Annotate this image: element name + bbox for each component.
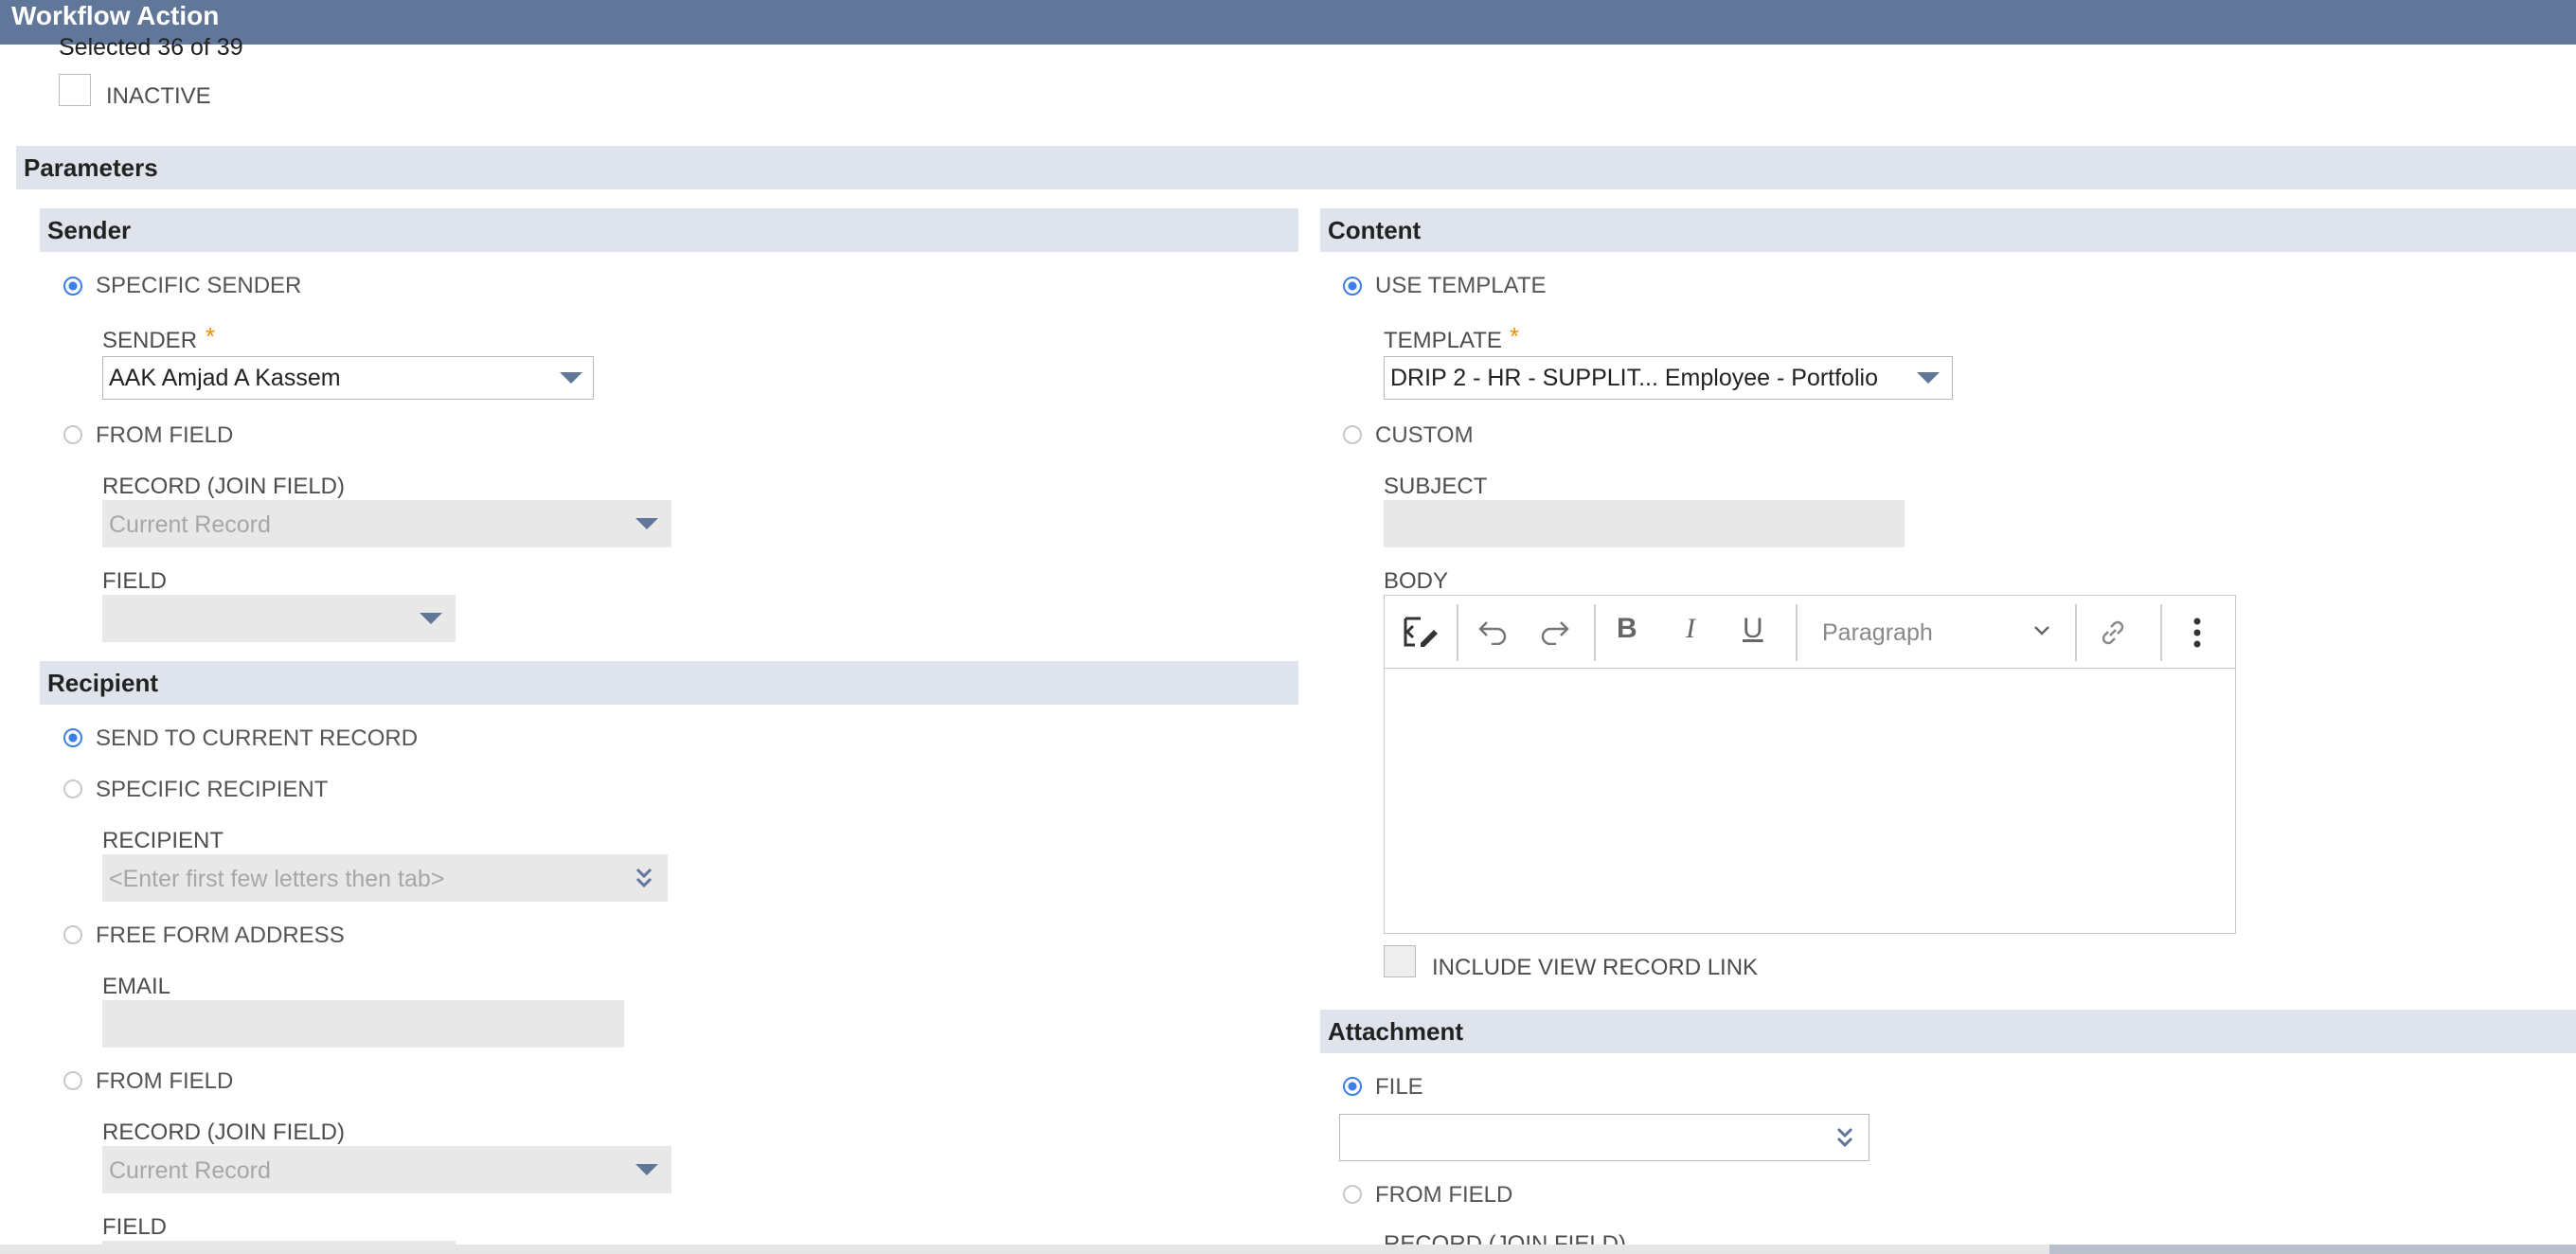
chevron-down-icon[interactable] <box>560 372 582 384</box>
source-edit-icon[interactable] <box>1402 613 1440 651</box>
more-options-icon[interactable] <box>2192 617 2202 649</box>
toolbar-separator <box>1594 604 1596 661</box>
chevron-down-icon[interactable] <box>1917 372 1940 384</box>
sender-field-label: SENDER <box>102 328 198 353</box>
send-current-record-radio[interactable] <box>63 728 82 747</box>
use-template-label: USE TEMPLATE <box>1375 273 1547 298</box>
sender-select[interactable]: AAK Amjad A Kassem <box>102 356 594 400</box>
content-section-header: Content <box>1320 208 2576 252</box>
inactive-checkbox[interactable] <box>59 74 91 106</box>
sender-section-header: Sender <box>40 208 1298 252</box>
sender-select-value: AAK Amjad A Kassem <box>109 365 341 391</box>
chevron-down-icon[interactable] <box>635 518 658 529</box>
custom-radio[interactable] <box>1343 425 1362 444</box>
redo-icon[interactable] <box>1538 618 1570 645</box>
template-field-label: TEMPLATE <box>1384 328 1502 353</box>
required-asterisk: * <box>206 322 216 350</box>
include-view-record-link-checkbox[interactable] <box>1384 945 1416 977</box>
send-current-record-label: SEND TO CURRENT RECORD <box>96 726 419 751</box>
inactive-label: INACTIVE <box>106 83 211 109</box>
specific-recipient-label: SPECIFIC RECIPIENT <box>96 777 329 802</box>
horizontal-scrollbar-thumb[interactable] <box>2049 1245 2576 1254</box>
file-radio[interactable] <box>1343 1077 1362 1096</box>
recipient-field-label-2: FIELD <box>102 1214 168 1240</box>
specific-sender-label: SPECIFIC SENDER <box>96 273 302 298</box>
chevron-down-icon[interactable] <box>2032 624 2051 637</box>
link-icon[interactable] <box>2097 617 2129 649</box>
use-template-radio[interactable] <box>1343 277 1362 296</box>
undo-icon[interactable] <box>1477 618 1510 645</box>
editor-toolbar: B I U Paragraph <box>1385 596 2235 669</box>
toolbar-separator <box>2160 604 2162 661</box>
subject-field-label: SUBJECT <box>1384 474 1488 499</box>
record-join-select-value: Current Record <box>109 511 271 538</box>
custom-label: CUSTOM <box>1375 422 1474 448</box>
bold-icon[interactable]: B <box>1617 613 1637 645</box>
email-input[interactable] <box>102 1000 624 1048</box>
free-form-address-radio[interactable] <box>63 925 82 944</box>
specific-sender-radio[interactable] <box>63 277 82 296</box>
field-label: FIELD <box>102 568 168 594</box>
double-chevron-down-icon[interactable] <box>635 866 653 890</box>
attachment-from-field-radio[interactable] <box>1343 1185 1362 1204</box>
recipient-record-join-label: RECORD (JOIN FIELD) <box>102 1120 346 1145</box>
field-select[interactable] <box>102 595 456 642</box>
window-title: Workflow Action <box>0 0 2576 45</box>
include-view-record-link-label: INCLUDE VIEW RECORD LINK <box>1432 955 1759 980</box>
recipient-section-header: Recipient <box>40 661 1298 705</box>
attachment-from-field-label: FROM FIELD <box>1375 1182 1513 1208</box>
recipient-record-join-select[interactable]: Current Record <box>102 1146 671 1193</box>
recipient-input[interactable]: <Enter first few letters then tab> <box>102 854 668 902</box>
template-select[interactable]: DRIP 2 - HR - SUPPLIT... Employee - Port… <box>1384 356 1953 400</box>
from-field-radio[interactable] <box>63 425 82 444</box>
record-join-field-label: RECORD (JOIN FIELD) <box>102 474 346 499</box>
body-editor[interactable]: B I U Paragraph <box>1384 595 2236 934</box>
paragraph-style-select[interactable]: Paragraph <box>1822 619 1933 647</box>
body-field-label: BODY <box>1384 568 1449 594</box>
recipient-field-label: RECIPIENT <box>102 828 224 853</box>
italic-icon[interactable]: I <box>1686 613 1695 645</box>
file-select[interactable] <box>1339 1114 1869 1161</box>
template-select-value: DRIP 2 - HR - SUPPLIT... Employee - Port… <box>1390 365 1878 391</box>
from-field-label: FROM FIELD <box>96 422 234 448</box>
specific-recipient-radio[interactable] <box>63 779 82 798</box>
toolbar-separator <box>1457 604 1458 661</box>
record-join-select[interactable]: Current Record <box>102 500 671 547</box>
underline-icon[interactable]: U <box>1743 613 1763 645</box>
chevron-down-icon[interactable] <box>420 613 442 624</box>
subject-input[interactable] <box>1384 500 1905 547</box>
recipient-from-field-label: FROM FIELD <box>96 1068 234 1094</box>
attachment-section-header: Attachment <box>1320 1010 2576 1053</box>
chevron-down-icon[interactable] <box>635 1164 658 1175</box>
parameters-header: Parameters <box>16 146 2576 189</box>
required-asterisk: * <box>1510 322 1520 350</box>
free-form-address-label: FREE FORM ADDRESS <box>96 923 345 948</box>
email-field-label: EMAIL <box>102 974 171 999</box>
double-chevron-down-icon[interactable] <box>1835 1125 1854 1150</box>
recipient-from-field-radio[interactable] <box>63 1071 82 1090</box>
toolbar-separator <box>2075 604 2077 661</box>
file-label: FILE <box>1375 1074 1423 1100</box>
recipient-record-join-value: Current Record <box>109 1157 271 1184</box>
selection-count: Selected 36 of 39 <box>59 34 243 61</box>
attachment-record-join-label: RECORD (JOIN FIELD) <box>1384 1231 1627 1245</box>
recipient-input-placeholder: <Enter first few letters then tab> <box>109 866 445 892</box>
toolbar-separator <box>1796 604 1798 661</box>
